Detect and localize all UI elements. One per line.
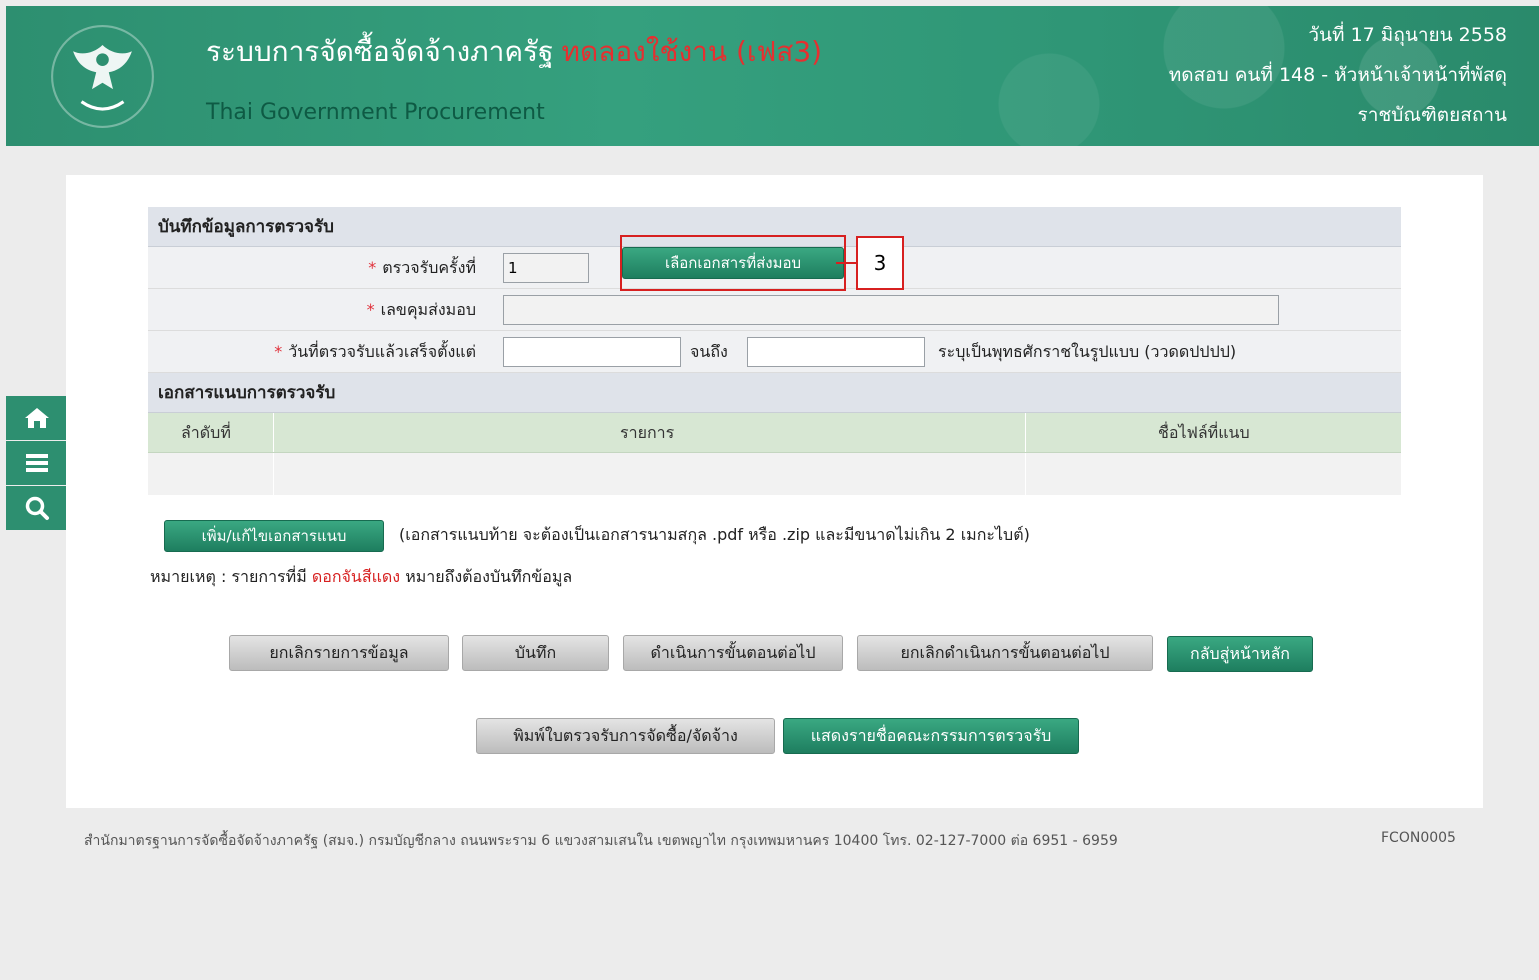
system-subtitle: Thai Government Procurement	[206, 100, 545, 125]
save-button[interactable]: บันทึก	[462, 635, 609, 671]
col-item: รายการ	[620, 423, 675, 442]
next-step-button[interactable]: ดำเนินการขั้นตอนต่อไป	[623, 635, 843, 671]
page-code: FCON0005	[1381, 830, 1456, 846]
attachment-file-note: (เอกสารแนบท้าย จะต้องเป็นเอกสารนามสกุล .…	[399, 525, 1030, 544]
to-label: จนถึง	[690, 342, 728, 361]
control-no-label: * เลขคุมส่งมอบ	[367, 289, 476, 331]
row-control-number: * เลขคุมส่งมอบ	[148, 289, 1401, 331]
back-home-button[interactable]: กลับสู่หน้าหลัก	[1167, 636, 1313, 672]
round-input[interactable]	[503, 253, 589, 283]
attachments-table-empty-row	[148, 453, 1401, 495]
home-icon	[25, 408, 49, 428]
note-highlight: ดอกจันสีแดง	[311, 567, 401, 586]
annotation-step-number: 3	[856, 236, 904, 290]
control-number-input[interactable]	[503, 295, 1279, 325]
date-label: * วันที่ตรวจรับแล้วเสร็จตั้งแต่	[274, 331, 476, 373]
col-seq: ลำดับที่	[181, 423, 231, 442]
current-user: ทดสอบ คนที่ 148 - หัวหน้าเจ้าหน้าที่พัสด…	[1168, 64, 1507, 86]
date-format-hint: ระบุเป็นพุทธศักราชในรูปแบบ (ววดดปปปป)	[938, 342, 1237, 361]
section-title-attachments: เอกสารแนบการตรวจรับ	[148, 373, 1401, 413]
date-to-input[interactable]	[747, 337, 925, 367]
side-nav	[6, 396, 68, 531]
annotation-arrow	[836, 262, 858, 264]
required-asterisk: *	[274, 342, 283, 361]
menu-button[interactable]	[6, 441, 68, 485]
current-organization: ราชบัณฑิตยสถาน	[1357, 104, 1507, 126]
note-prefix: หมายเหตุ : รายการที่มี	[150, 567, 307, 586]
col-divider	[273, 453, 274, 495]
print-inspection-button[interactable]: พิมพ์ใบตรวจรับการจัดซื้อ/จัดจ้าง	[476, 718, 775, 754]
required-asterisk: *	[366, 300, 375, 319]
col-divider	[1025, 453, 1026, 495]
col-divider	[1025, 413, 1026, 452]
round-label: * ตรวจรับครั้งที่	[368, 247, 476, 289]
garuda-logo-icon	[51, 25, 154, 128]
required-note: หมายเหตุ : รายการที่มี ดอกจันสีแดง หมายถ…	[150, 565, 572, 590]
row-inspection-date: * วันที่ตรวจรับแล้วเสร็จตั้งแต่ จนถึง ระบ…	[148, 331, 1401, 373]
round-label-text: ตรวจรับครั้งที่	[382, 258, 476, 277]
control-no-label-text: เลขคุมส่งมอบ	[380, 300, 476, 319]
current-date: วันที่ 17 มิถุนายน 2558	[1308, 24, 1507, 46]
app-header: ระบบการจัดซื้อจัดจ้างภาครัฐ ทดลองใช้งาน (…	[6, 6, 1539, 146]
menu-icon	[26, 454, 48, 472]
required-asterisk: *	[368, 258, 377, 277]
trial-label: ทดลองใช้งาน (เฟส3)	[561, 35, 823, 68]
date-from-input[interactable]	[503, 337, 681, 367]
footer-address: สำนักมาตรฐานการจัดซื้อจัดจ้างภาครัฐ (สมจ…	[84, 833, 1118, 849]
system-title: ระบบการจัดซื้อจัดจ้างภาครัฐ ทดลองใช้งาน (…	[206, 30, 822, 74]
annotation-highlight-box	[620, 235, 846, 291]
col-filename: ชื่อไฟล์ที่แนบ	[1158, 423, 1250, 442]
cancel-next-step-button[interactable]: ยกเลิกดำเนินการขั้นตอนต่อไป	[857, 635, 1153, 671]
col-divider	[273, 413, 274, 452]
attachments-table-header: ลำดับที่ รายการ ชื่อไฟล์ที่แนบ	[148, 413, 1401, 453]
edit-attachments-button[interactable]: เพิ่ม/แก้ไขเอกสารแนบ	[164, 520, 384, 552]
search-button[interactable]	[6, 486, 68, 530]
note-suffix: หมายถึงต้องบันทึกข้อมูล	[405, 567, 573, 586]
search-icon	[25, 496, 49, 520]
home-button[interactable]	[6, 396, 68, 440]
cancel-item-button[interactable]: ยกเลิกรายการข้อมูล	[229, 635, 449, 671]
date-label-text: วันที่ตรวจรับแล้วเสร็จตั้งแต่	[288, 342, 476, 361]
system-title-text: ระบบการจัดซื้อจัดจ้างภาครัฐ	[206, 35, 554, 68]
show-committee-button[interactable]: แสดงรายชื่อคณะกรรมการตรวจรับ	[783, 718, 1079, 754]
